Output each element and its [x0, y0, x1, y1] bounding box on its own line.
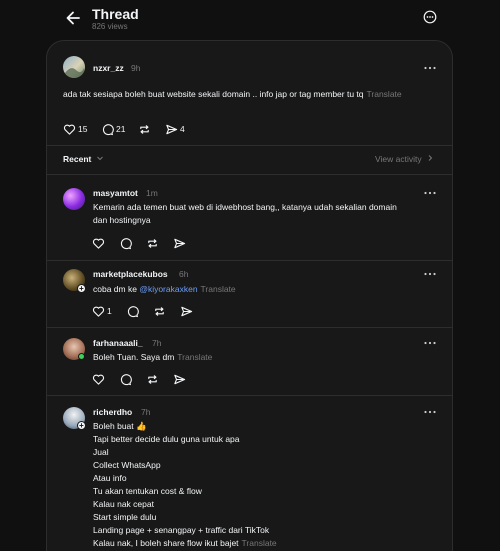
share-count: 4	[180, 124, 185, 134]
reply-text-line: Kalau nak cepat	[93, 499, 154, 509]
translate-link[interactable]: Translate	[177, 352, 212, 362]
mention-link[interactable]: @kiyorakaxken	[139, 284, 197, 294]
follow-plus-icon[interactable]: +	[77, 284, 86, 293]
more-dots-icon[interactable]	[423, 407, 437, 417]
online-status-indicator	[78, 353, 85, 360]
translate-link[interactable]: Translate	[242, 538, 277, 548]
translate-link[interactable]: Translate	[367, 89, 402, 99]
reply-time: 7h	[141, 407, 151, 417]
reply-body: Boleh Tuan. Saya dm	[93, 352, 175, 362]
more-dots-icon[interactable]	[423, 269, 437, 279]
repost-icon	[155, 306, 164, 316]
share-button[interactable]: 4	[165, 122, 185, 136]
reply-text-line: Atau info	[93, 473, 127, 483]
like-button[interactable]	[92, 236, 105, 250]
heart-icon	[63, 124, 76, 135]
translate-link[interactable]: Translate	[201, 284, 236, 294]
reply-text: Boleh Tuan. Saya dm Translate	[93, 351, 212, 364]
post-body: ada tak sesiapa boleh buat website sekal…	[63, 89, 364, 99]
like-button[interactable]: 1	[92, 304, 112, 318]
top-bar: Thread 826 views	[0, 0, 500, 40]
like-count: 15	[78, 124, 88, 134]
heart-icon	[92, 374, 105, 385]
sort-label: Recent	[63, 154, 92, 164]
reply-time: 1m	[146, 188, 158, 198]
reply-username[interactable]: marketplacekubos	[93, 269, 168, 279]
chevron-right-icon	[428, 155, 433, 161]
share-button[interactable]	[180, 304, 193, 318]
reply-username[interactable]: farhanaaali_	[93, 338, 143, 348]
heart-icon	[92, 238, 105, 249]
comment-icon	[127, 305, 139, 317]
back-arrow-icon[interactable]	[64, 8, 84, 28]
repost-button[interactable]	[138, 122, 151, 136]
divider	[47, 174, 452, 175]
comment-icon	[120, 237, 132, 249]
view-count: 826 views	[92, 22, 128, 31]
post-username[interactable]: nzxr_zz	[93, 63, 124, 73]
like-button[interactable]	[92, 372, 105, 386]
avatar-image	[65, 68, 84, 78]
reply-text-line: Collect WhatsApp	[93, 460, 161, 470]
page-title: Thread	[92, 6, 139, 22]
comment-icon	[120, 373, 132, 385]
reply-time: 7h	[152, 338, 162, 348]
send-icon	[174, 374, 186, 384]
more-dots-icon[interactable]	[423, 338, 437, 348]
repost-icon	[148, 238, 157, 248]
view-activity-link[interactable]: View activity	[375, 154, 434, 164]
send-icon	[181, 306, 193, 316]
like-count: 1	[107, 306, 112, 316]
reply-text-line: Jual	[93, 447, 109, 457]
more-dots-icon[interactable]	[423, 63, 437, 73]
repost-button[interactable]	[146, 236, 159, 250]
send-icon	[166, 124, 178, 134]
more-options-icon[interactable]	[423, 10, 437, 24]
heart-icon	[92, 306, 105, 317]
reply-button[interactable]: 21	[101, 122, 125, 136]
divider	[47, 260, 452, 261]
follow-plus-icon[interactable]: +	[77, 421, 86, 430]
repost-button[interactable]	[146, 372, 159, 386]
reply-button[interactable]	[119, 372, 132, 386]
share-button[interactable]	[173, 372, 186, 386]
reply-text-line: Kemarin ada temen buat web di idwebhost …	[93, 202, 397, 212]
repost-icon	[140, 124, 149, 134]
sort-dropdown[interactable]: Recent	[63, 154, 104, 164]
reply-button[interactable]	[119, 236, 132, 250]
reply-body: coba dm ke	[93, 284, 140, 294]
view-activity-label: View activity	[375, 154, 422, 164]
avatar[interactable]	[63, 188, 85, 210]
reply-text-line: Start simple dulu	[93, 512, 157, 522]
avatar[interactable]	[63, 56, 85, 78]
send-icon	[174, 238, 186, 248]
chevron-down-icon	[96, 156, 103, 161]
reply-body: Kalau nak, I boleh share flow ikut bajet	[93, 538, 239, 548]
divider	[47, 395, 452, 396]
divider	[47, 145, 452, 146]
reply-username[interactable]: richerdho	[93, 407, 132, 417]
reply-text-line: Tu akan tentukan cost & flow	[93, 486, 202, 496]
thread-card: nzxr_zz 9h ada tak sesiapa boleh buat we…	[46, 40, 453, 551]
divider	[47, 327, 452, 328]
reply-text-line: Tapi better decide dulu guna untuk apa	[93, 434, 240, 444]
reply-time: 6h	[179, 269, 189, 279]
share-button[interactable]	[173, 236, 186, 250]
reply-text: coba dm ke @kiyorakaxken Translate	[93, 283, 236, 296]
more-dots-icon[interactable]	[423, 188, 437, 198]
reply-text: Boleh buat 👍 Tapi better decide dulu gun…	[93, 420, 277, 550]
reply-username[interactable]: masyamtot	[93, 188, 138, 198]
post-text: ada tak sesiapa boleh buat website sekal…	[63, 88, 403, 101]
post-time: 9h	[131, 63, 141, 73]
comment-icon	[102, 123, 114, 135]
reply-text-line: Kalau nak, I boleh share flow ikut bajet…	[93, 537, 277, 550]
repost-icon	[148, 374, 157, 384]
reply-count: 21	[116, 124, 126, 134]
reply-text-line: Boleh buat 👍	[93, 421, 147, 431]
reply-text-line: dan hostingnya	[93, 215, 151, 225]
repost-button[interactable]	[153, 304, 166, 318]
like-button[interactable]: 15	[63, 122, 87, 136]
reply-button[interactable]	[126, 304, 139, 318]
reply-text-line: Landing page + senangpay + traffic dari …	[93, 525, 270, 535]
